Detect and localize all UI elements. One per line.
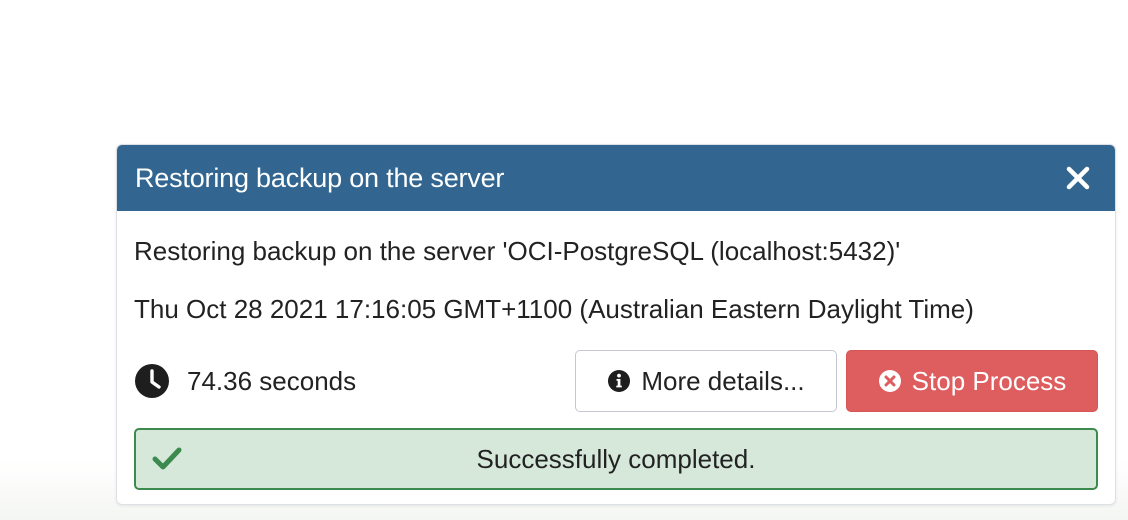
process-description: Restoring backup on the server 'OCI-Post… <box>134 236 901 266</box>
dialog-header: Restoring backup on the server <box>117 145 1115 211</box>
stop-process-button[interactable]: Stop Process <box>846 350 1098 412</box>
close-icon <box>1066 166 1090 190</box>
process-start-time: Thu Oct 28 2021 17:16:05 GMT+1100 (Austr… <box>134 294 974 324</box>
checkmark-icon <box>152 447 182 470</box>
dialog-body: Restoring backup on the server 'OCI-Post… <box>117 236 1115 490</box>
elapsed-time-text: 74.36 seconds <box>187 365 357 396</box>
success-status-bar: Successfully completed. <box>134 428 1098 490</box>
elapsed-time: 74.36 seconds <box>134 363 575 399</box>
info-icon <box>608 370 631 392</box>
more-details-button[interactable]: More details... <box>575 350 837 412</box>
status-message: Successfully completed. <box>476 443 756 474</box>
more-details-label: More details... <box>641 365 805 396</box>
status-row: 74.36 seconds More details... Stop Proce… <box>134 350 1098 412</box>
page: Restoring backup on the server Restoring… <box>0 0 1128 520</box>
stop-process-label: Stop Process <box>911 365 1067 396</box>
dialog-title: Restoring backup on the server <box>135 162 505 193</box>
close-button[interactable] <box>1063 163 1093 193</box>
clock-icon <box>135 364 169 398</box>
process-notifier-dialog: Restoring backup on the server Restoring… <box>116 144 1116 505</box>
x-circle-icon <box>878 370 901 392</box>
